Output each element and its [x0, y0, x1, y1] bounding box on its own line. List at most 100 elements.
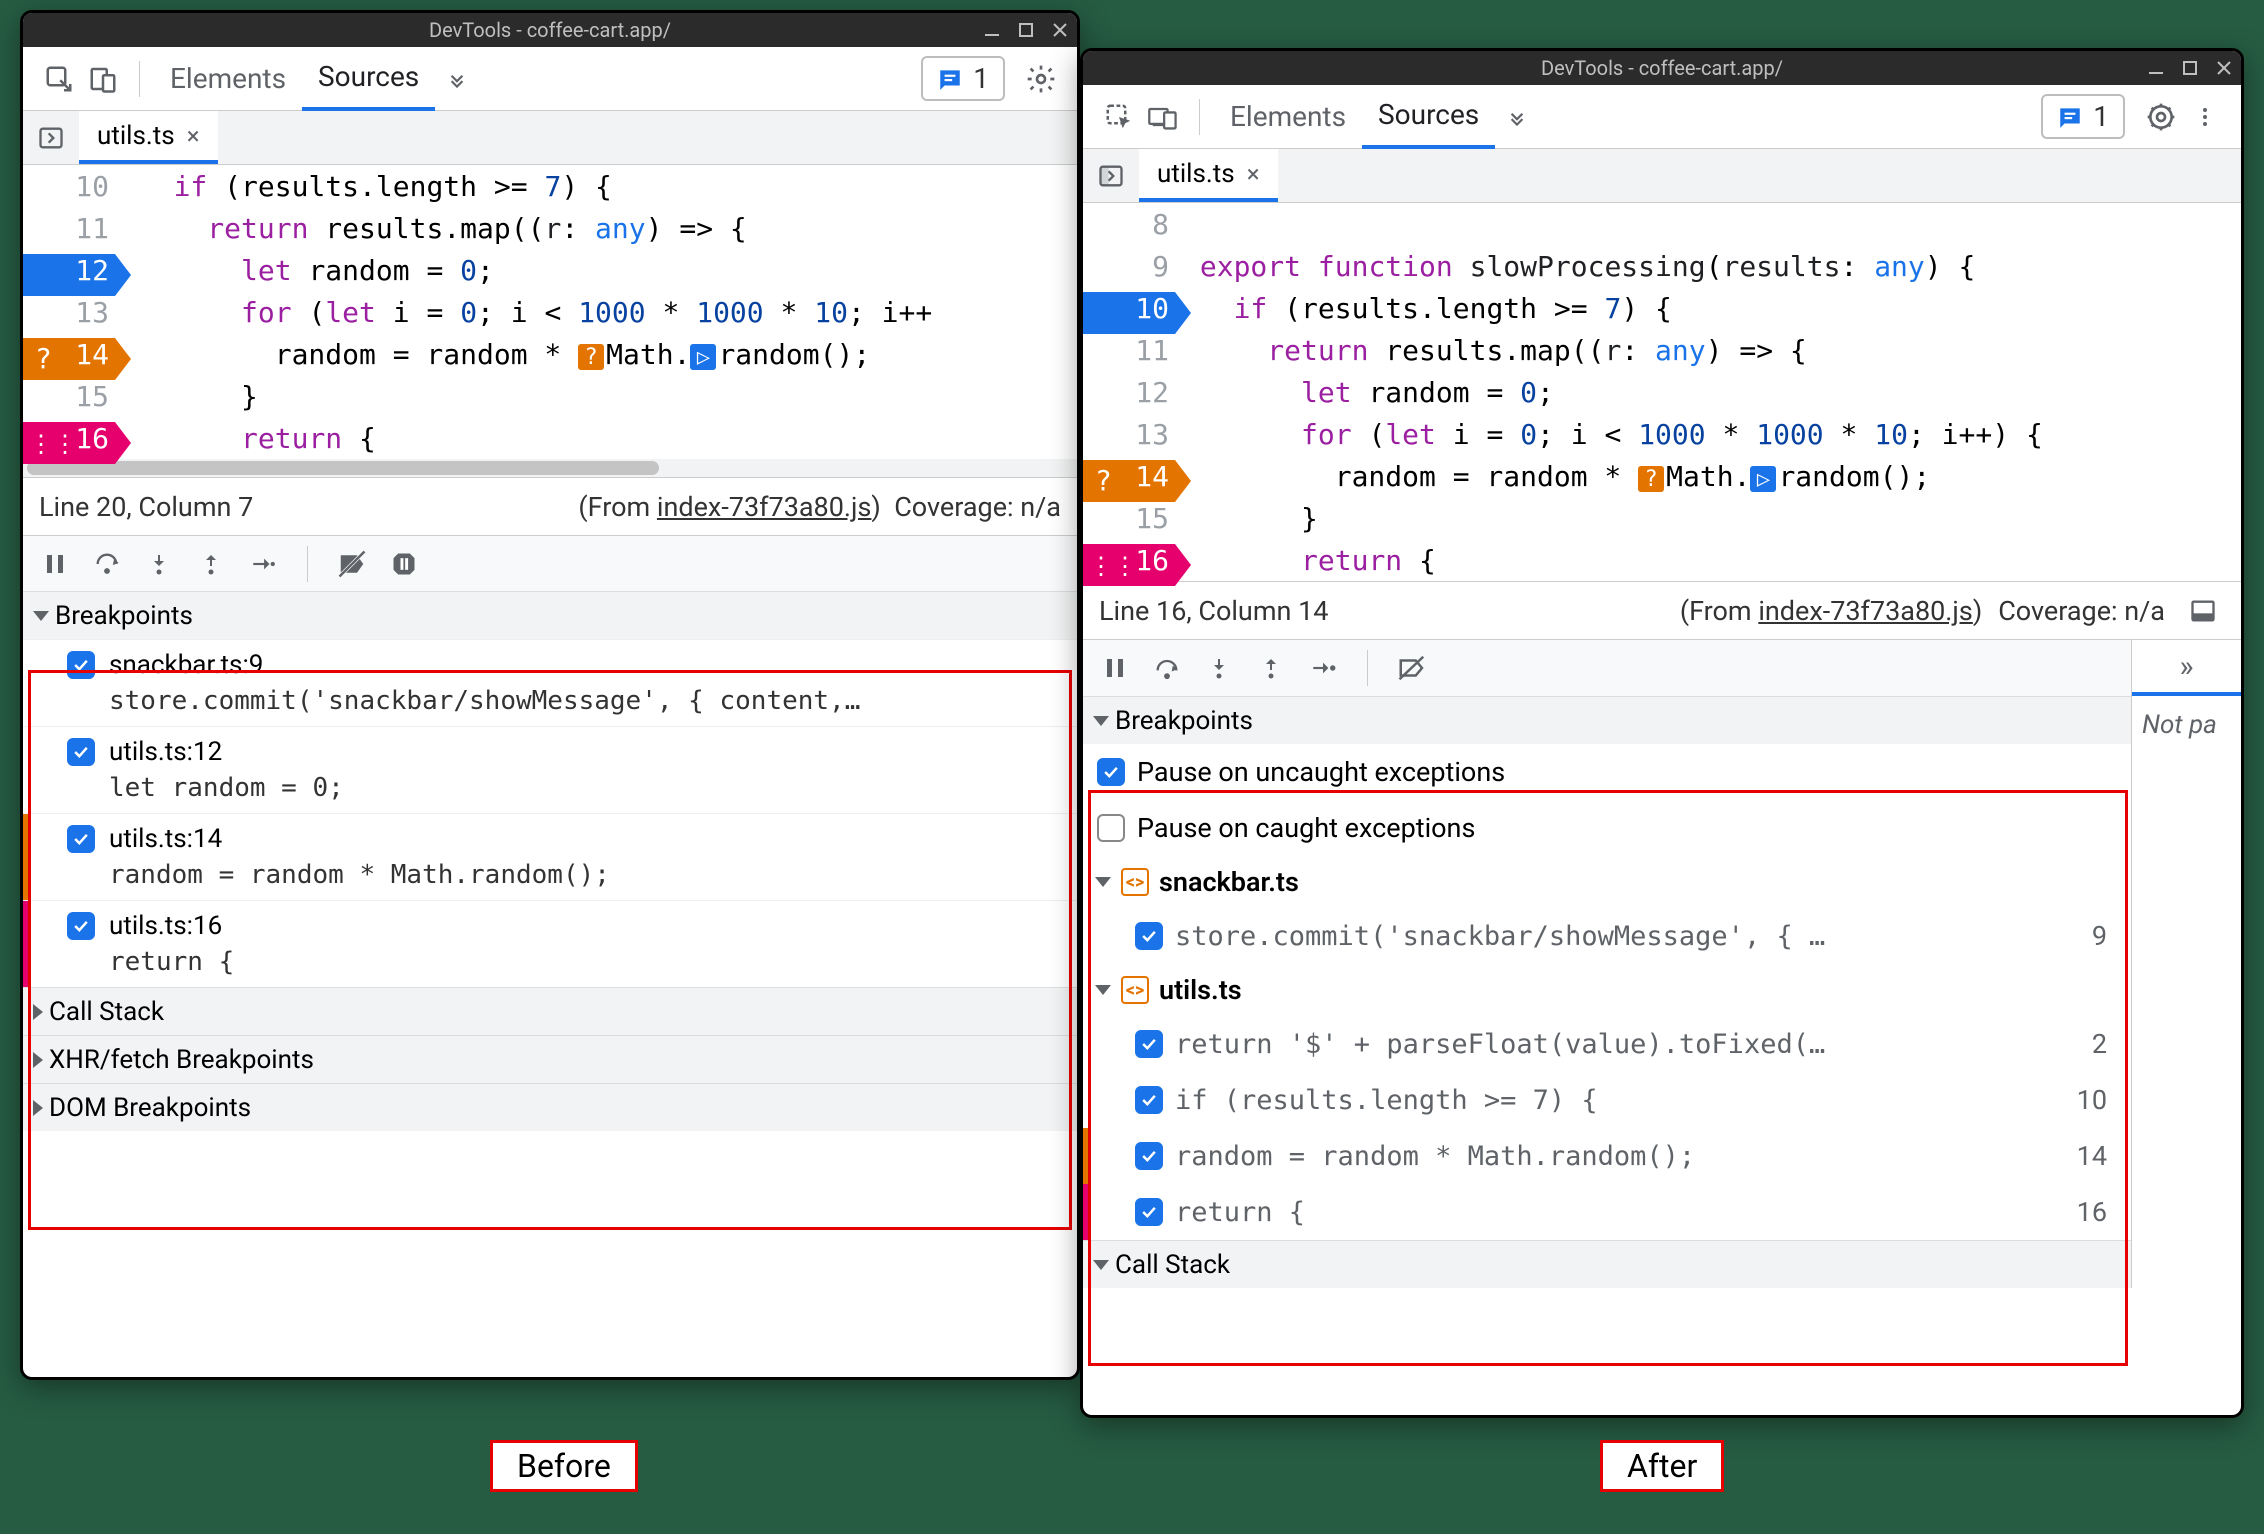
device-toggle-icon[interactable] — [81, 57, 125, 101]
more-tabs-icon[interactable] — [435, 57, 479, 101]
breakpoint-item[interactable]: utils.ts:16 return { — [23, 900, 1077, 987]
disclosure-open-icon — [33, 611, 49, 621]
right-side-panel: » Not pa — [2131, 640, 2241, 1288]
breakpoint-group-utils[interactable]: <> utils.ts — [1083, 964, 2131, 1016]
checkbox-checked-icon[interactable] — [67, 738, 95, 766]
checkbox-unchecked-icon[interactable] — [1097, 814, 1125, 842]
close-icon[interactable] — [2215, 59, 2233, 77]
breakpoint-item[interactable]: if (results.length >= 7) { 10 — [1083, 1072, 2131, 1128]
close-icon[interactable] — [1051, 21, 1069, 39]
tab-sources[interactable]: Sources — [1362, 84, 1495, 149]
minimize-icon[interactable] — [2147, 59, 2165, 77]
label-before: Before — [490, 1440, 638, 1492]
step-into-icon[interactable] — [1197, 646, 1241, 690]
breakpoints-header[interactable]: Breakpoints — [23, 591, 1077, 639]
pause-icon[interactable] — [33, 542, 77, 586]
step-icon[interactable] — [241, 542, 285, 586]
tab-elements[interactable]: Elements — [154, 48, 302, 109]
issues-count: 1 — [973, 62, 989, 95]
callstack-header[interactable]: Call Stack — [23, 987, 1077, 1035]
breakpoint-item[interactable]: utils.ts:14 random = random * Math.rando… — [23, 813, 1077, 900]
breakpoint-item[interactable]: utils.ts:12 let random = 0; — [23, 726, 1077, 813]
settings-icon[interactable] — [2139, 95, 2183, 139]
tab-elements[interactable]: Elements — [1214, 86, 1362, 147]
breakpoint-location: utils.ts:14 — [109, 824, 222, 854]
checkbox-checked-icon[interactable] — [1135, 1142, 1163, 1170]
step-out-icon[interactable] — [1249, 646, 1293, 690]
checkbox-checked-icon[interactable] — [67, 825, 95, 853]
issues-count: 1 — [2093, 100, 2109, 133]
minimize-icon[interactable] — [983, 21, 1001, 39]
inspect-icon[interactable] — [1097, 95, 1141, 139]
navigator-toggle-icon[interactable] — [1089, 154, 1133, 198]
disclosure-closed-icon — [33, 1052, 43, 1068]
coverage-label: Coverage: n/a — [894, 491, 1061, 523]
pause-uncaught-row[interactable]: Pause on uncaught exceptions — [1083, 744, 2131, 800]
more-tabs-icon[interactable]: » — [2132, 640, 2241, 696]
breakpoint-code: return { — [67, 947, 1063, 977]
checkbox-checked-icon[interactable] — [1135, 1030, 1163, 1058]
maximize-icon[interactable] — [2181, 59, 2199, 77]
breakpoint-item[interactable]: store.commit('snackbar/showMessage', { …… — [1083, 908, 2131, 964]
checkbox-checked-icon[interactable] — [1097, 758, 1125, 786]
checkbox-checked-icon[interactable] — [67, 651, 95, 679]
step-icon[interactable] — [1301, 646, 1345, 690]
breakpoint-item[interactable]: return '$' + parseFloat(value).toFixed(…… — [1083, 1016, 2131, 1072]
pause-caught-row[interactable]: Pause on caught exceptions — [1083, 800, 2131, 856]
close-tab-icon[interactable]: × — [187, 122, 200, 150]
disclosure-open-icon — [1095, 985, 1111, 995]
status-bar: Line 20, Column 7 (From index-73f73a80.j… — [23, 477, 1077, 535]
breakpoints-header[interactable]: Breakpoints — [1083, 696, 2131, 744]
checkbox-checked-icon[interactable] — [67, 912, 95, 940]
disclosure-open-icon — [1093, 716, 1109, 726]
show-drawer-icon[interactable] — [2181, 589, 2225, 633]
step-into-icon[interactable] — [137, 542, 181, 586]
svg-text:?: ? — [1095, 464, 1112, 497]
xhr-breakpoints-header[interactable]: XHR/fetch Breakpoints — [23, 1035, 1077, 1083]
deactivate-breakpoints-icon[interactable] — [1390, 646, 1434, 690]
step-over-icon[interactable] — [85, 542, 129, 586]
file-tab-label: utils.ts — [97, 121, 175, 151]
breakpoint-item[interactable]: return { 16 — [1083, 1184, 2131, 1240]
device-toggle-icon[interactable] — [1141, 95, 1185, 139]
code-editor[interactable]: 8 9 export function slowProcessing(resul… — [1083, 203, 2241, 581]
main-toolbar: Elements Sources 1 — [1083, 85, 2241, 149]
pause-icon[interactable] — [1093, 646, 1137, 690]
issues-badge[interactable]: 1 — [2041, 94, 2125, 139]
file-tab-label: utils.ts — [1157, 159, 1235, 189]
step-out-icon[interactable] — [189, 542, 233, 586]
code-editor[interactable]: 10 if (results.length >= 7) { 11 return … — [23, 165, 1077, 477]
disclosure-open-icon — [1095, 877, 1111, 887]
file-tab[interactable]: utils.ts × — [1139, 149, 1278, 202]
deactivate-breakpoints-icon[interactable] — [330, 542, 374, 586]
more-tabs-icon[interactable] — [1495, 95, 1539, 139]
close-tab-icon[interactable]: × — [1247, 160, 1260, 188]
label-after: After — [1600, 1440, 1724, 1492]
callstack-header[interactable]: Call Stack — [1083, 1240, 2131, 1288]
devtools-window-after: DevTools - coffee-cart.app/ Elements Sou… — [1080, 48, 2244, 1418]
file-tab[interactable]: utils.ts × — [79, 111, 218, 164]
main-toolbar: Elements Sources 1 — [23, 47, 1077, 111]
inspect-icon[interactable] — [37, 57, 81, 101]
checkbox-checked-icon[interactable] — [1135, 1086, 1163, 1114]
breakpoint-item[interactable]: snackbar.ts:9 store.commit('snackbar/sho… — [23, 639, 1077, 726]
dom-breakpoints-header[interactable]: DOM Breakpoints — [23, 1083, 1077, 1131]
debugger-toolbar — [1083, 640, 2131, 696]
pause-exceptions-icon[interactable] — [382, 542, 426, 586]
kebab-menu-icon[interactable] — [2183, 95, 2227, 139]
disclosure-closed-icon — [33, 1004, 43, 1020]
issues-badge[interactable]: 1 — [921, 56, 1005, 101]
source-map-link[interactable]: index-73f73a80.js — [657, 491, 872, 523]
checkbox-checked-icon[interactable] — [1135, 1198, 1163, 1226]
navigator-toggle-icon[interactable] — [29, 116, 73, 160]
tab-sources[interactable]: Sources — [302, 46, 435, 111]
maximize-icon[interactable] — [1017, 21, 1035, 39]
settings-icon[interactable] — [1019, 57, 1063, 101]
breakpoint-location: utils.ts:16 — [109, 911, 222, 941]
step-over-icon[interactable] — [1145, 646, 1189, 690]
cursor-position: Line 16, Column 14 — [1099, 595, 1328, 627]
breakpoint-item[interactable]: random = random * Math.random(); 14 — [1083, 1128, 2131, 1184]
source-map-link[interactable]: index-73f73a80.js — [1758, 595, 1973, 627]
checkbox-checked-icon[interactable] — [1135, 922, 1163, 950]
breakpoint-group-snackbar[interactable]: <> snackbar.ts — [1083, 856, 2131, 908]
